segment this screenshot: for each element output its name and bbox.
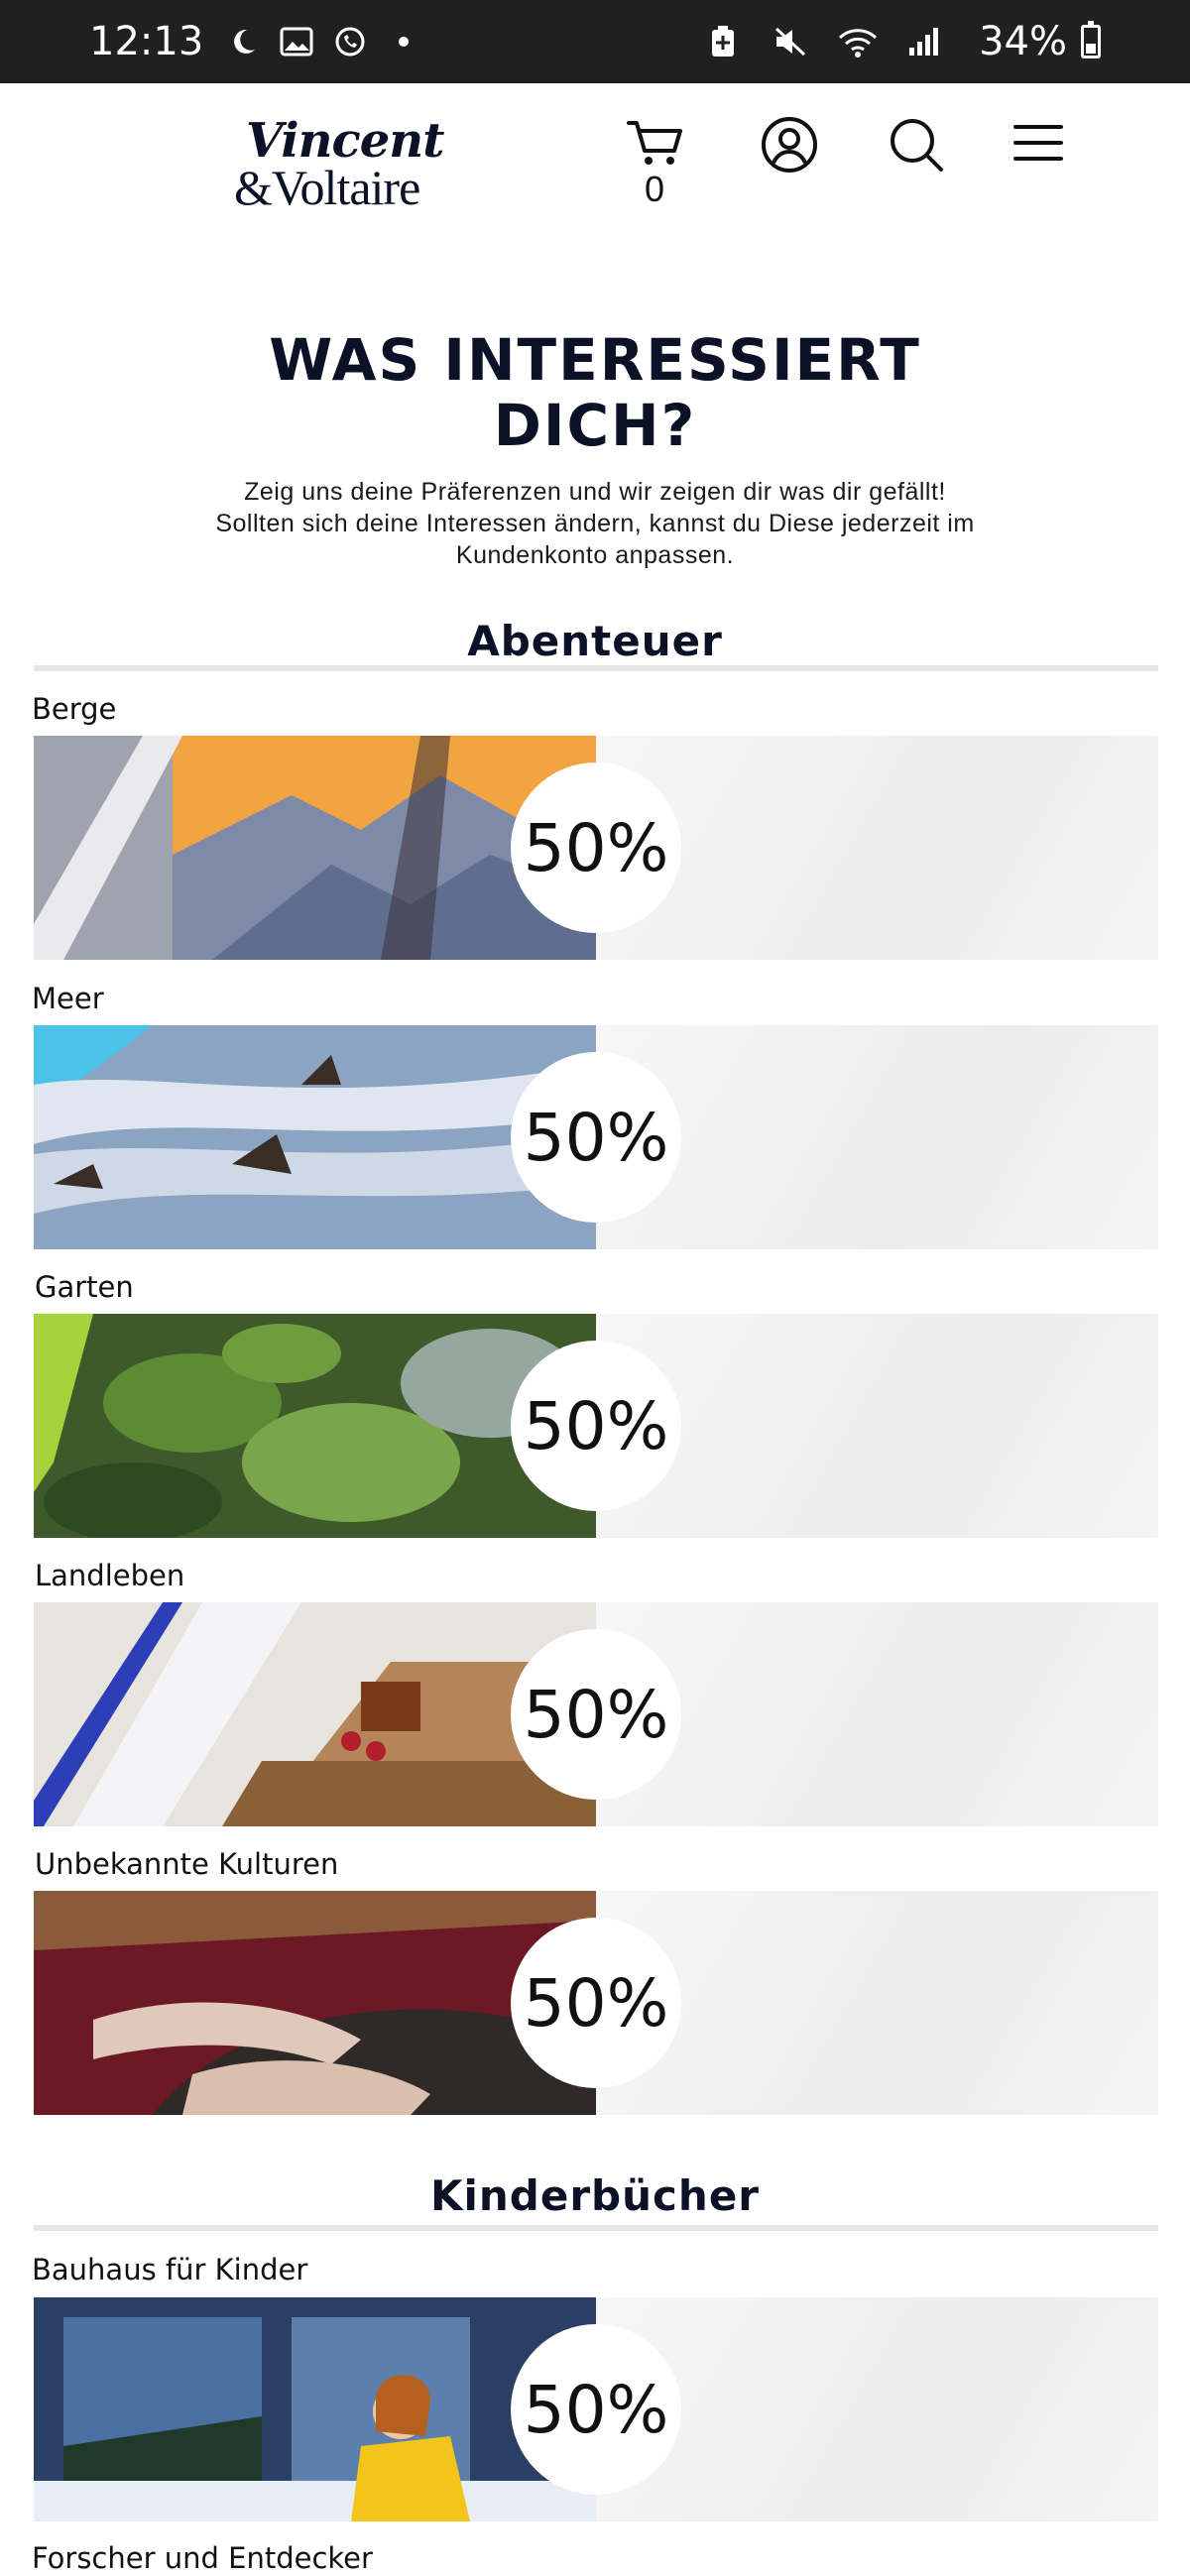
- category-label-berge: Berge: [32, 692, 117, 726]
- logo-line-2: &Voltaire: [234, 160, 420, 215]
- slider-handle[interactable]: 50%: [511, 1052, 681, 1223]
- slider-landleben[interactable]: 50%: [34, 1602, 1158, 1826]
- moon-icon: [223, 22, 263, 61]
- slider-handle[interactable]: 50%: [511, 1629, 681, 1800]
- slider-garten[interactable]: 50%: [34, 1314, 1158, 1538]
- desc-line-3: Kundenkonto anpassen.: [455, 541, 735, 569]
- site-header: Vincent &Voltaire 0: [0, 83, 1190, 232]
- page-title: WAS INTERESSIERT DICH?: [0, 327, 1190, 458]
- battery-saver-icon: [703, 22, 743, 61]
- menu-icon[interactable]: [1008, 113, 1071, 176]
- account-icon[interactable]: [758, 113, 821, 176]
- battery-icon: [1081, 21, 1101, 59]
- search-icon[interactable]: [885, 113, 948, 176]
- slider-berge[interactable]: 50%: [34, 736, 1158, 960]
- page-description: Zeig uns deine Präferenzen und wir zeige…: [159, 476, 1031, 571]
- category-label-bauhaus-fuer-kinder: Bauhaus für Kinder: [32, 2253, 308, 2286]
- slider-handle[interactable]: 50%: [511, 2324, 681, 2495]
- page-title-line-1: WAS INTERESSIERT: [269, 326, 921, 394]
- section-divider: [34, 2225, 1158, 2231]
- whatsapp-icon: [330, 22, 370, 61]
- section-title-kinderbuecher: Kinderbücher: [429, 2171, 761, 2220]
- page-title-line-2: DICH?: [493, 392, 697, 459]
- status-bar: 12:13 34%: [0, 0, 1190, 83]
- site-logo[interactable]: Vincent &Voltaire: [230, 113, 444, 215]
- section-divider: [34, 665, 1158, 671]
- category-label-forscher-und-entdecker: Forscher und Entdecker: [32, 2541, 373, 2575]
- battery-percent: 34%: [979, 19, 1067, 64]
- cart-icon[interactable]: [623, 113, 686, 176]
- section-title-abenteuer: Abenteuer: [467, 617, 723, 665]
- mute-icon: [771, 22, 810, 61]
- slider-meer[interactable]: 50%: [34, 1025, 1158, 1249]
- signal-icon: [905, 22, 945, 61]
- slider-unbekannte-kulturen[interactable]: 50%: [34, 1891, 1158, 2115]
- gallery-icon: [277, 22, 316, 61]
- slider-handle[interactable]: 50%: [511, 762, 681, 933]
- wifi-icon: [838, 22, 878, 61]
- desc-line-2: Sollten sich deine Interessen ändern, ka…: [215, 510, 975, 537]
- category-label-garten: Garten: [35, 1270, 134, 1304]
- dot-icon: [384, 22, 423, 61]
- category-label-landleben: Landleben: [35, 1559, 185, 1592]
- status-time: 12:13: [89, 19, 204, 64]
- cart-count: 0: [645, 169, 665, 209]
- category-label-meer: Meer: [32, 982, 104, 1015]
- slider-handle[interactable]: 50%: [511, 1918, 681, 2088]
- slider-handle[interactable]: 50%: [511, 1341, 681, 1511]
- category-label-unbekannte-kulturen: Unbekannte Kulturen: [35, 1847, 339, 1881]
- desc-line-1: Zeig uns deine Präferenzen und wir zeige…: [244, 478, 946, 506]
- slider-bauhaus-fuer-kinder[interactable]: 50%: [34, 2297, 1158, 2521]
